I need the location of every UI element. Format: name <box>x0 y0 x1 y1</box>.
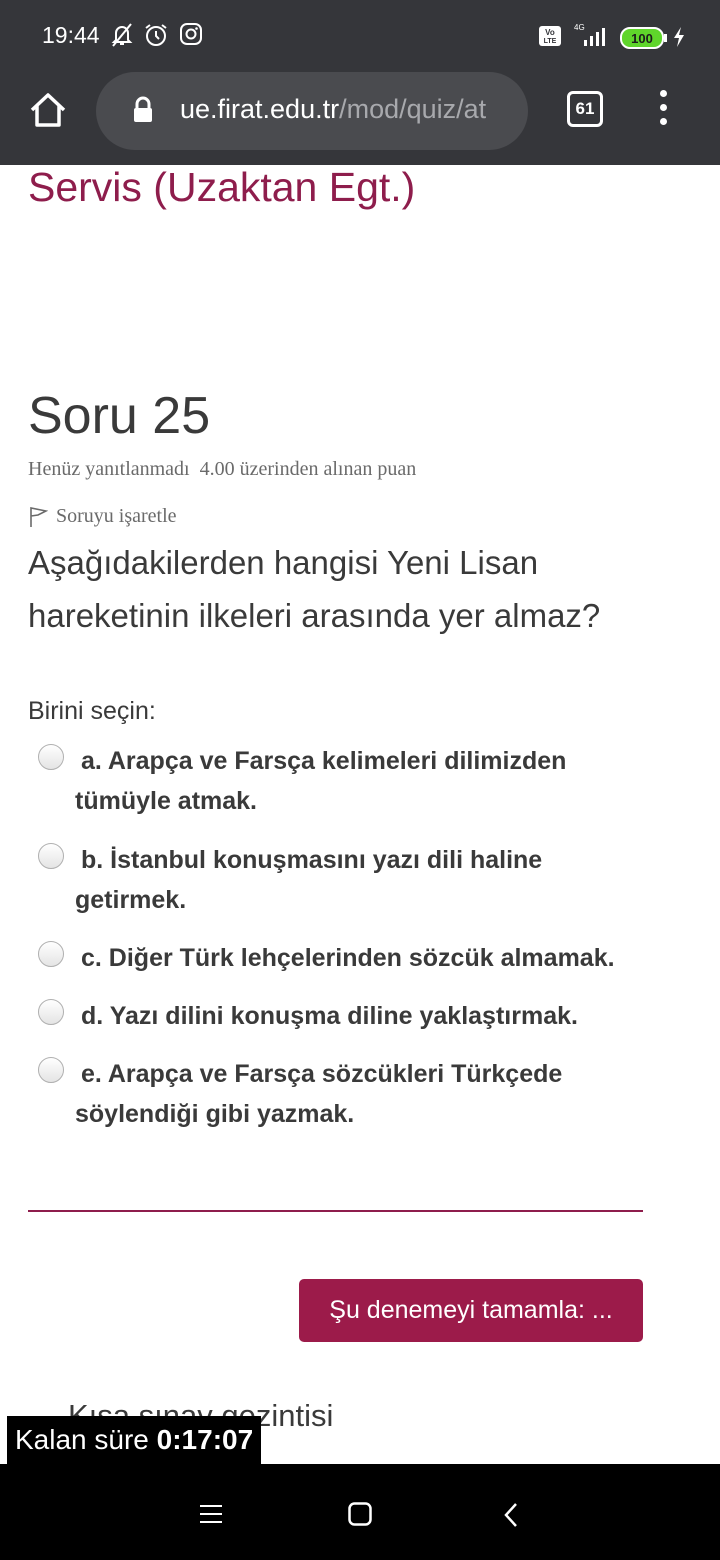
status-bar: 19:44 Vo LTE 4G 100 <box>0 0 720 72</box>
back-icon[interactable] <box>503 1502 519 1533</box>
finish-attempt-button[interactable]: Şu denemeyi tamamla: ... <box>299 1279 643 1342</box>
option-label: d. Yazı dilini konuşma diline yaklaştırm… <box>81 1002 578 1030</box>
course-title: Servis (Uzaktan Egt.) <box>28 164 416 210</box>
home-icon[interactable] <box>28 90 68 130</box>
url-bar[interactable]: ue.firat.edu.tr/mod/quiz/at <box>96 72 528 150</box>
question-state: Henüz yanıtlanmadı <box>28 458 190 480</box>
system-nav-bar <box>0 1464 720 1560</box>
flag-label: Soruyu işaretle <box>56 505 177 527</box>
volte-icon: Vo LTE <box>538 25 562 52</box>
flag-question-link[interactable]: Soruyu işaretle <box>28 505 177 528</box>
radio-button[interactable] <box>38 744 64 770</box>
home-square-icon[interactable] <box>348 1502 372 1531</box>
alarm-icon <box>143 22 169 53</box>
more-menu-icon[interactable] <box>657 90 669 130</box>
radio-button[interactable] <box>38 941 64 967</box>
question-info: Henüz yanıtlanmadı 4.00 üzerinden alınan… <box>28 458 416 481</box>
radio-button[interactable] <box>38 843 64 869</box>
divider <box>28 1210 643 1212</box>
svg-text:4G: 4G <box>574 23 585 32</box>
instagram-icon <box>179 22 203 51</box>
svg-text:100: 100 <box>631 31 653 46</box>
browser-toolbar: ue.firat.edu.tr/mod/quiz/at 61 <box>0 72 720 165</box>
battery-icon: 100 <box>620 27 668 54</box>
url-text: ue.firat.edu.tr/mod/quiz/at <box>180 94 487 124</box>
menu-icon[interactable] <box>199 1504 223 1529</box>
question-number: Soru 25 <box>28 387 211 445</box>
question-text: Aşağıdakilerden hangisi Yeni Lisan harek… <box>28 544 601 634</box>
option-label: c. Diğer Türk lehçelerinden sözcük almam… <box>81 944 615 972</box>
timer-value: 0:17:07 <box>156 1424 254 1455</box>
lock-icon <box>132 96 154 129</box>
clock: 19:44 <box>42 22 100 48</box>
option-label: e. Arapça ve Farsça sözcükleri Türkçede … <box>75 1060 563 1128</box>
bell-off-icon <box>110 22 134 53</box>
time-remaining: Kalan süre 0:17:07 <box>7 1416 262 1464</box>
svg-text:Vo: Vo <box>545 28 555 37</box>
option-label: a. Arapça ve Farsça kelimeleri dilimizde… <box>75 747 567 815</box>
tab-switcher-button[interactable]: 61 <box>567 91 603 127</box>
charging-icon <box>672 26 686 53</box>
option-label: b. İstanbul konuşmasını yazı dili haline… <box>75 846 543 914</box>
timer-label: Kalan süre <box>15 1424 149 1455</box>
answer-prompt: Birini seçin: <box>28 697 156 725</box>
question-grade: 4.00 üzerinden alınan puan <box>199 458 417 480</box>
flag-icon <box>28 505 56 528</box>
signal-icon: 4G <box>570 22 612 53</box>
radio-button[interactable] <box>38 1057 64 1083</box>
svg-text:LTE: LTE <box>544 38 557 45</box>
radio-button[interactable] <box>38 999 64 1025</box>
